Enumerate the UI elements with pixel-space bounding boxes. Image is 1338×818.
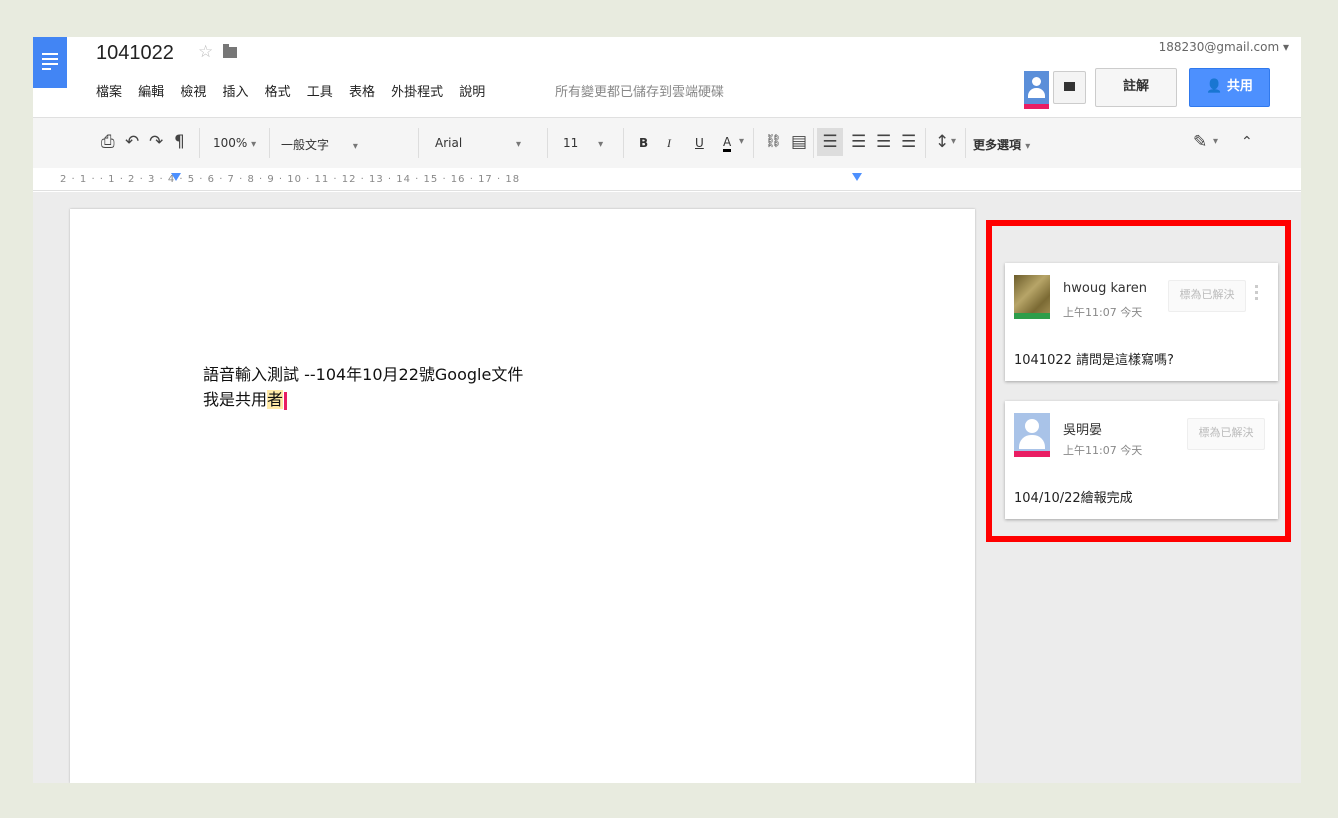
menu-view[interactable]: 檢視 — [180, 85, 206, 100]
docs-logo-icon — [42, 53, 58, 73]
comments-button[interactable]: 註解 — [1095, 68, 1177, 107]
document-page[interactable]: 語音輸入測試 --104年10月22號Google文件 我是共用者 — [70, 209, 975, 783]
style-select[interactable]: 一般文字 ▾ — [281, 136, 391, 153]
docs-window: 1041022 ☆ 檔案 編輯 檢視 插入 格式 工具 表格 外掛程式 說明 所… — [33, 37, 1301, 783]
chat-icon — [1064, 82, 1075, 91]
menu-format[interactable]: 格式 — [265, 85, 291, 100]
ruler[interactable]: 2 · 1 · · 1 · 2 · 3 · 4 · 5 · 6 · 7 · 8 … — [33, 168, 1301, 191]
comment-text: 1041022 請問是這樣寫嗎? — [1014, 353, 1174, 368]
save-status[interactable]: 所有變更都已儲存到雲端硬碟 — [555, 81, 724, 100]
line-spacing-caret[interactable]: ▾ — [951, 136, 956, 147]
docs-logo[interactable] — [33, 37, 67, 88]
share-button[interactable]: 👤 共用 — [1189, 68, 1270, 107]
highlighted-text: 者 — [267, 390, 284, 409]
comment-icon[interactable]: ▤ — [791, 133, 807, 151]
comment-card[interactable]: 吳明晏 上午11:07 今天 標為已解決 104/10/22繪報完成 — [1005, 401, 1278, 519]
redo-icon[interactable]: ↷ — [149, 133, 163, 151]
formatting-toolbar: ⎙ ↶ ↷ ¶ 100% ▾ 一般文字 ▾ Arial ▾ 11 ▾ B I U… — [33, 117, 1301, 169]
share-label: 共用 — [1226, 79, 1253, 94]
underline-button[interactable]: U — [695, 136, 704, 150]
menu-file[interactable]: 檔案 — [96, 85, 122, 100]
document-line-1[interactable]: 語音輸入測試 --104年10月22號Google文件 — [203, 361, 523, 385]
avatar — [1014, 413, 1050, 457]
comment-text: 104/10/22繪報完成 — [1014, 491, 1133, 506]
more-options-icon[interactable] — [1255, 285, 1259, 305]
comment-author: hwoug karen — [1063, 281, 1148, 296]
menu-insert[interactable]: 插入 — [222, 85, 248, 100]
menu-edit[interactable]: 編輯 — [138, 85, 164, 100]
comment-time: 上午11:07 今天 — [1063, 306, 1143, 319]
menu-table[interactable]: 表格 — [349, 85, 375, 100]
collaborator-avatar[interactable] — [1024, 71, 1049, 109]
undo-icon[interactable]: ↶ — [125, 133, 139, 151]
comment-card[interactable]: hwoug karen 上午11:07 今天 標為已解決 1041022 請問是… — [1005, 263, 1278, 381]
editing-mode-icon[interactable]: ✎ — [1193, 133, 1207, 151]
editing-mode-caret[interactable]: ▾ — [1213, 136, 1218, 147]
menu-help[interactable]: 說明 — [459, 85, 485, 100]
star-icon[interactable]: ☆ — [198, 42, 213, 62]
italic-button[interactable]: I — [667, 136, 671, 151]
account-menu[interactable]: 188230@gmail.com ▾ — [1159, 40, 1289, 54]
comment-author: 吳明晏 — [1063, 423, 1103, 438]
chat-button[interactable] — [1053, 71, 1086, 104]
align-center-icon[interactable]: ☰ — [851, 133, 866, 151]
avatar — [1014, 275, 1050, 319]
folder-icon[interactable] — [223, 44, 237, 58]
comment-time: 上午11:07 今天 — [1063, 444, 1143, 457]
resolve-button[interactable]: 標為已解決 — [1168, 280, 1246, 312]
menu-addons[interactable]: 外掛程式 — [391, 85, 443, 100]
text-color-caret[interactable]: ▾ — [739, 136, 744, 147]
font-select[interactable]: Arial ▾ — [435, 136, 535, 150]
menu-bar: 檔案 編輯 檢視 插入 格式 工具 表格 外掛程式 說明 — [96, 81, 497, 100]
line-spacing-icon[interactable]: ↕ — [935, 133, 949, 151]
collapse-icon[interactable]: ⌃ — [1241, 133, 1253, 151]
document-title[interactable]: 1041022 — [96, 42, 174, 65]
paint-format-icon[interactable]: ¶ — [174, 133, 185, 151]
collaborator-cursor — [284, 391, 288, 410]
person-icon: 👤 — [1206, 79, 1223, 94]
text-color-button[interactable]: A — [723, 136, 732, 152]
document-line-2[interactable]: 我是共用者 — [203, 386, 288, 410]
link-icon[interactable]: ⛓ — [765, 133, 782, 151]
bold-button[interactable]: B — [639, 136, 648, 150]
justify-icon[interactable]: ☰ — [901, 133, 916, 151]
line-2-text: 我是共用 — [203, 390, 268, 409]
print-icon[interactable]: ⎙ — [101, 133, 115, 151]
more-options-button[interactable]: 更多選項 ▾ — [973, 136, 1030, 153]
font-size-select[interactable]: 11 ▾ — [563, 136, 613, 150]
align-right-icon[interactable]: ☰ — [876, 133, 891, 151]
align-left-icon[interactable]: ☰ — [817, 128, 843, 156]
zoom-select[interactable]: 100% ▾ — [213, 136, 256, 150]
menu-tools[interactable]: 工具 — [307, 85, 333, 100]
resolve-button[interactable]: 標為已解決 — [1187, 418, 1265, 450]
